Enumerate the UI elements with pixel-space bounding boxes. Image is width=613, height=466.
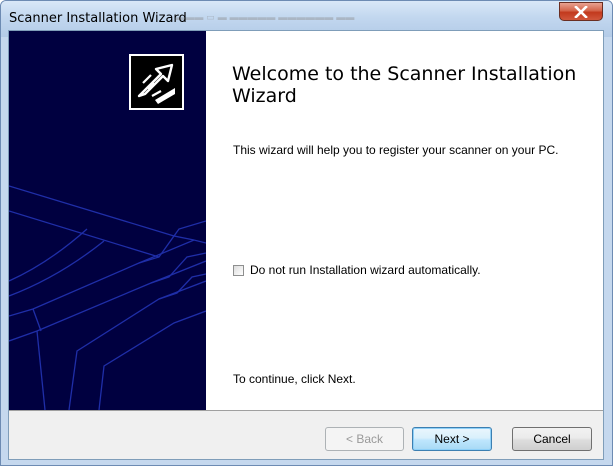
- wizard-sidebar: [9, 31, 206, 410]
- autorun-option[interactable]: Do not run Installation wizard automatic…: [233, 263, 481, 277]
- close-icon: [574, 5, 588, 18]
- wizard-window: ▬▬▬ ▭ ▬ ▬▬▬▬▬ ▬▬▬▬▬▬ ▬▬ Scanner Installa…: [0, 0, 613, 466]
- autorun-checkbox-label[interactable]: Do not run Installation wizard automatic…: [250, 263, 481, 277]
- intro-text: This wizard will help you to register yo…: [233, 143, 559, 157]
- button-bar: < Back Next > Cancel: [9, 410, 603, 459]
- wizard-arrow-icon: [137, 63, 175, 104]
- title-bar-background-blur: ▬▬▬ ▭ ▬ ▬▬▬▬▬ ▬▬▬▬▬▬ ▬▬: [176, 12, 355, 22]
- window-title: Scanner Installation Wizard: [9, 11, 187, 26]
- autorun-checkbox[interactable]: [233, 264, 244, 276]
- page-title: Welcome to the Scanner Installation Wiza…: [232, 63, 577, 107]
- back-button[interactable]: < Back: [325, 427, 404, 451]
- wizard-logo: [129, 54, 184, 110]
- wizard-client-area: Welcome to the Scanner Installation Wiza…: [8, 30, 604, 460]
- wizard-content: Welcome to the Scanner Installation Wiza…: [206, 31, 603, 410]
- continue-instruction: To continue, click Next.: [233, 372, 356, 386]
- next-button[interactable]: Next >: [412, 427, 492, 451]
- close-button[interactable]: [559, 2, 603, 21]
- cancel-button[interactable]: Cancel: [512, 427, 592, 451]
